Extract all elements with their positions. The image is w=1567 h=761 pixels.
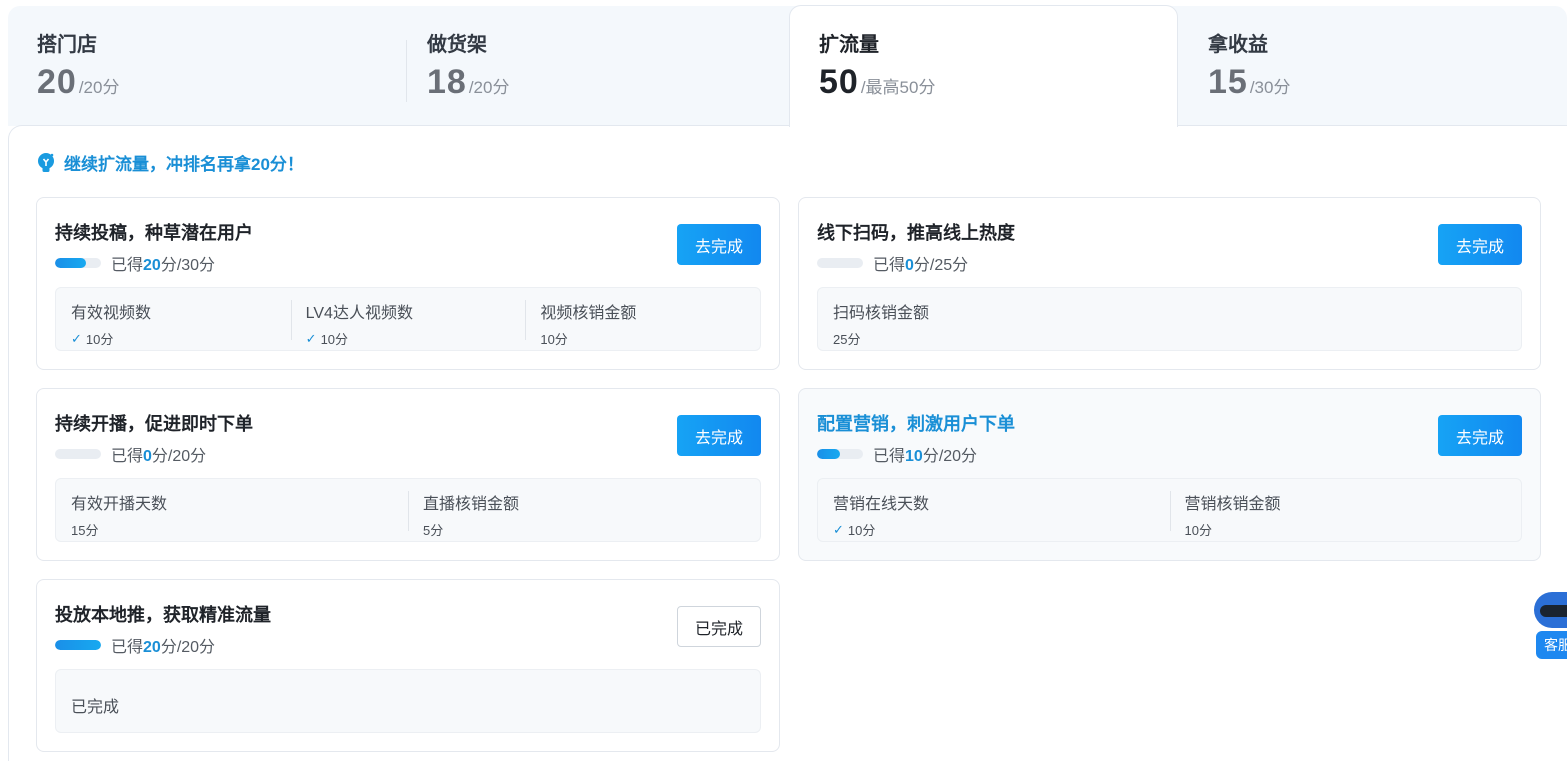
completed-text: 已完成 (71, 699, 120, 716)
tab-title: 扩流量 (819, 34, 879, 56)
task-item: 扫码核销金额 25分 (818, 288, 1521, 350)
task-items: 有效视频数 ✓ 10分 LV4达人视频数 ✓ 10分 视频核销金额 10分 (55, 287, 761, 351)
progress-fill (817, 449, 840, 459)
item-label: 扫码核销金额 (833, 305, 930, 322)
task-item: 营销在线天数 ✓ 10分 (818, 479, 1170, 541)
progress-prefix: 已得 (873, 257, 906, 274)
progress-bar (55, 258, 101, 268)
tab-store[interactable]: 搭门店 20/20分 (8, 6, 398, 126)
task-card-scan: 线下扫码，推高线上热度 已得0分/25分 去完成 扫码核销金额 25分 (798, 197, 1541, 370)
task-card-local-promo: 投放本地推，获取精准流量 已得20分/20分 已完成 已完成 (36, 579, 780, 752)
customer-service-widget[interactable]: 客服 (1531, 590, 1567, 660)
task-item: 视频核销金额 10分 (525, 288, 760, 350)
task-item: 有效视频数 ✓ 10分 (56, 288, 291, 350)
tab-total: /最高50分 (860, 78, 936, 97)
task-items: 有效开播天数 15分 直播核销金额 5分 (55, 478, 761, 542)
item-value: 15分 (71, 523, 99, 538)
item-value: 10分 (1184, 523, 1212, 538)
tab-score: 18 (427, 63, 467, 101)
tab-shelf[interactable]: 做货架 18/20分 (398, 6, 790, 126)
progress-prefix: 已得 (111, 448, 144, 465)
progress-total: 分/25分 (913, 257, 969, 274)
progress-earned: 0 (143, 448, 152, 465)
task-items: 扫码核销金额 25分 (817, 287, 1522, 351)
item-value: 10分 (85, 332, 114, 347)
tab-title: 做货架 (427, 34, 487, 56)
progress-prefix: 已得 (873, 448, 906, 465)
progress-fill (55, 640, 101, 650)
progress-earned: 20 (143, 639, 161, 656)
tab-score: 50 (819, 63, 859, 101)
task-title: 持续开播，促进即时下单 (55, 414, 253, 434)
task-title: 持续投稿，种草潜在用户 (55, 223, 253, 243)
progress-bar (817, 449, 863, 459)
go-complete-button[interactable]: 去完成 (677, 224, 761, 265)
progress-bar (55, 640, 101, 650)
task-card-live: 持续开播，促进即时下单 已得0分/20分 去完成 有效开播天数 15分 直播核销… (36, 388, 780, 561)
progress-bar (817, 258, 863, 268)
check-icon: ✓ (833, 521, 844, 537)
item-label: 有效开播天数 (71, 496, 168, 513)
tab-traffic[interactable]: 扩流量 50/最高50分 (789, 5, 1178, 127)
hint-text: 继续扩流量，冲排名再拿20分！ (64, 155, 304, 174)
progress-fill (55, 258, 86, 268)
task-card-posting: 持续投稿，种草潜在用户 已得20分/30分 去完成 有效视频数 ✓ 10分 LV4… (36, 197, 780, 370)
item-label: 营销在线天数 (833, 496, 930, 513)
progress-bar (55, 449, 101, 459)
task-item: 直播核销金额 5分 (408, 479, 760, 541)
item-label: LV4达人视频数 (305, 305, 413, 322)
task-items: 已完成 (55, 669, 761, 733)
progress-total: 分/20分 (151, 448, 207, 465)
task-title: 配置营销，刺激用户下单 (817, 414, 1015, 434)
check-icon: ✓ (71, 330, 82, 346)
task-progress: 已得20分/30分 (55, 251, 215, 275)
task-item: LV4达人视频数 ✓ 10分 (290, 288, 526, 350)
progress-prefix: 已得 (111, 257, 144, 274)
tab-total: /30分 (1249, 78, 1291, 97)
task-item: 有效开播天数 15分 (56, 479, 408, 541)
progress-total: 分/20分 (922, 448, 978, 465)
task-items: 营销在线天数 ✓ 10分 营销核销金额 10分 (817, 478, 1522, 542)
customer-service-label: 客服 (1536, 631, 1567, 659)
score-tabs: 搭门店 20/20分 做货架 18/20分 扩流量 50/最高50分 拿收益 1… (8, 5, 1567, 127)
tab-title: 搭门店 (37, 34, 97, 56)
item-value: 5分 (423, 523, 444, 538)
item-label: 有效视频数 (71, 305, 152, 322)
progress-total: 分/30分 (160, 257, 216, 274)
tab-title: 拿收益 (1208, 34, 1268, 56)
tab-score: 15 (1208, 63, 1248, 101)
item-value: 25分 (833, 332, 861, 347)
task-progress: 已得10分/20分 (817, 442, 977, 466)
task-item: 营销核销金额 10分 (1169, 479, 1522, 541)
item-value: 10分 (540, 332, 568, 347)
task-progress: 已得0分/20分 (55, 442, 206, 466)
item-label: 营销核销金额 (1184, 496, 1281, 513)
tab-score: 20 (37, 63, 77, 101)
check-icon: ✓ (305, 330, 317, 346)
progress-earned: 10 (905, 448, 923, 465)
completed-button[interactable]: 已完成 (677, 606, 761, 647)
progress-total: 分/20分 (160, 639, 216, 656)
go-complete-button[interactable]: 去完成 (1438, 224, 1522, 265)
hint-banner: 继续扩流量，冲排名再拿20分！ (36, 150, 304, 175)
progress-earned: 20 (143, 257, 161, 274)
progress-prefix: 已得 (111, 639, 144, 656)
task-card-marketing: 配置营销，刺激用户下单 已得10分/20分 去完成 营销在线天数 ✓ 10分 营销… (798, 388, 1541, 561)
task-title: 线下扫码，推高线上热度 (817, 223, 1015, 243)
tab-revenue[interactable]: 拿收益 15/30分 (1179, 6, 1567, 126)
item-label: 视频核销金额 (540, 305, 637, 322)
progress-earned: 0 (905, 257, 914, 274)
go-complete-button[interactable]: 去完成 (677, 415, 761, 456)
task-progress: 已得0分/25分 (817, 251, 968, 275)
item-value: 10分 (320, 332, 349, 347)
bulb-icon (38, 152, 54, 172)
tab-total: /20分 (78, 78, 120, 97)
go-complete-button[interactable]: 去完成 (1438, 415, 1522, 456)
task-title: 投放本地推，获取精准流量 (55, 605, 271, 625)
item-value: 10分 (847, 523, 876, 538)
item-label: 直播核销金额 (423, 496, 520, 513)
tab-total: /20分 (468, 78, 510, 97)
task-progress: 已得20分/20分 (55, 633, 215, 657)
